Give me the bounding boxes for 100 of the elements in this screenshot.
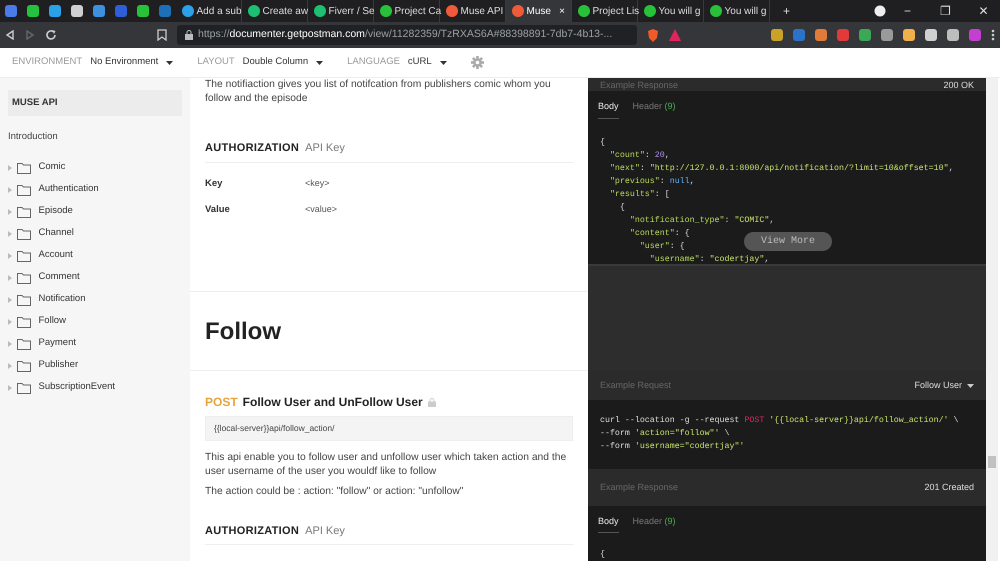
code-line: "next": "http://127.0.0.1:8000/api/notification/?limit=10&offset=10", bbox=[608, 162, 954, 175]
request-title: Follow User and UnFollow User bbox=[242, 394, 423, 411]
forward-icon[interactable] bbox=[25, 30, 35, 40]
code-line: "user": { bbox=[638, 240, 685, 253]
folder-icon bbox=[17, 206, 31, 218]
field-value: <key> bbox=[305, 176, 330, 190]
browser-tab[interactable]: Muse × bbox=[506, 0, 572, 22]
dropdown[interactable]: cURL bbox=[408, 55, 432, 70]
triangle-icon[interactable] bbox=[669, 29, 681, 41]
close-icon[interactable]: × bbox=[559, 4, 565, 18]
code-line: { bbox=[600, 549, 605, 561]
folder-label[interactable]: Account bbox=[38, 248, 73, 263]
toolbar-label: ENVIRONMENT bbox=[12, 55, 82, 70]
code-line: "count": 20, bbox=[608, 150, 670, 162]
folder-label[interactable]: Episode bbox=[38, 204, 73, 219]
extension-icon[interactable] bbox=[881, 29, 893, 41]
folder-label[interactable]: SubscriptionEvent bbox=[38, 380, 116, 395]
reload-icon[interactable] bbox=[45, 29, 57, 41]
extension-icon[interactable] bbox=[771, 29, 783, 41]
scrollbar-thumb[interactable] bbox=[988, 456, 996, 468]
status-text: 201 Created bbox=[924, 480, 974, 494]
code-line: "results": [ bbox=[608, 188, 670, 201]
code-line: "content": { bbox=[628, 228, 690, 240]
extension-icon[interactable] bbox=[903, 29, 915, 41]
toolbar-label: LAYOUT bbox=[197, 55, 235, 70]
close-button[interactable]: ✕ bbox=[967, 2, 1000, 20]
folder-label[interactable]: Comment bbox=[38, 270, 80, 285]
tab-title: Add a sub bbox=[196, 4, 242, 18]
url-text: https://documenter.getpostman.com/view/11282359/TzRXAS6A#88398891-7db7-4b13-... bbox=[198, 27, 612, 42]
settings-icon[interactable] bbox=[470, 56, 484, 69]
code-line: --form 'action="follow"' \ bbox=[600, 428, 730, 440]
tab-title: Muse API bbox=[460, 4, 504, 18]
extension-icon[interactable] bbox=[947, 29, 959, 41]
caret-icon[interactable] bbox=[316, 60, 324, 64]
description-text: The notifiaction gives you list of notifcation from publishers comic whom you follow and the episode bbox=[205, 78, 552, 106]
section-heading: AUTHORIZATION bbox=[205, 141, 300, 156]
sidebar-item[interactable]: Introduction bbox=[8, 130, 182, 144]
address-bar[interactable]: https://documenter.getpostman.com/view/11282359/TzRXAS6A#88398891-7db7-4b13-... bbox=[177, 25, 637, 45]
bookmark-icon[interactable] bbox=[157, 29, 167, 41]
panel-tab[interactable]: Body bbox=[598, 510, 619, 534]
maximize-button[interactable]: ❐ bbox=[929, 2, 962, 20]
scrollbar[interactable] bbox=[986, 78, 998, 561]
description-text: The action could be : action: "follow" or action: "unfollow" bbox=[205, 484, 464, 499]
folder-icon bbox=[17, 228, 31, 240]
code-line: "previous": null, bbox=[608, 176, 695, 188]
request-url: {{local-server}}api/follow_action/ bbox=[205, 416, 573, 441]
folder-label[interactable]: Payment bbox=[38, 336, 76, 351]
section-title: Follow bbox=[205, 317, 282, 347]
extension-icon[interactable] bbox=[815, 29, 827, 41]
dropdown[interactable]: No Environment bbox=[90, 55, 158, 70]
toolbar-label: LANGUAGE bbox=[347, 55, 400, 70]
panel-tab[interactable]: Body bbox=[598, 96, 619, 119]
description-text: This api enable you to follow user and unfollow user which taken action and the user username of the user you wouldf like to follow bbox=[205, 450, 568, 479]
code-line: curl --location -g --request POST '{{local-server}}api/follow_action/' \ bbox=[600, 415, 959, 428]
caret-icon[interactable] bbox=[166, 60, 174, 64]
menu-icon[interactable] bbox=[991, 29, 995, 41]
folder-label[interactable]: Channel bbox=[38, 226, 74, 241]
code-line: { bbox=[618, 202, 625, 214]
method-label: POST bbox=[205, 394, 238, 411]
folder-label[interactable]: Publisher bbox=[38, 358, 78, 373]
dropdown[interactable]: Double Column bbox=[242, 55, 308, 70]
code-line: --form 'username="codertjay"' bbox=[600, 441, 744, 454]
dropdown[interactable]: Follow User bbox=[914, 379, 974, 393]
folder-label[interactable]: Notification bbox=[38, 292, 86, 307]
panel-title: Example Response bbox=[600, 80, 678, 89]
extension-icon[interactable] bbox=[859, 29, 871, 41]
back-icon[interactable] bbox=[5, 30, 15, 40]
lock-icon bbox=[428, 398, 436, 406]
caret-icon[interactable] bbox=[967, 384, 974, 388]
tab-title: Create aw bbox=[262, 4, 308, 18]
code-line: { bbox=[600, 136, 605, 149]
panel-tab[interactable]: Header (9) bbox=[632, 96, 676, 119]
folder-icon bbox=[17, 272, 31, 284]
view-more-button[interactable]: View More bbox=[744, 232, 832, 252]
minimize-button[interactable]: − bbox=[891, 2, 924, 20]
folder-icon bbox=[17, 382, 31, 394]
folder-icon bbox=[17, 316, 31, 328]
section-heading: AUTHORIZATION bbox=[205, 524, 300, 539]
folder-icon bbox=[17, 338, 31, 350]
code-line: "notification_type": "COMIC", bbox=[628, 214, 774, 227]
folder-icon bbox=[17, 162, 31, 174]
tab-title: Project Ca bbox=[394, 4, 442, 18]
sidebar-title[interactable]: MUSE API bbox=[8, 90, 182, 116]
folder-icon bbox=[17, 360, 31, 372]
panel-tab[interactable]: Header (9) bbox=[632, 510, 676, 534]
folder-label[interactable]: Comic bbox=[38, 160, 66, 175]
caret-icon[interactable] bbox=[440, 60, 447, 64]
status-text: 200 OK bbox=[943, 80, 974, 89]
shield-icon[interactable] bbox=[647, 28, 659, 42]
folder-icon bbox=[17, 250, 31, 262]
folder-label[interactable]: Authentication bbox=[38, 182, 99, 197]
tab-title: Muse bbox=[526, 4, 551, 18]
profile-icon[interactable] bbox=[874, 5, 886, 17]
tab-title: You will g bbox=[658, 4, 700, 18]
extension-icon[interactable] bbox=[925, 29, 937, 41]
field-label: Value bbox=[205, 202, 231, 217]
auth-type: API Key bbox=[305, 141, 345, 156]
folder-label[interactable]: Follow bbox=[38, 314, 66, 329]
tab-title: You will g bbox=[724, 4, 766, 18]
new-tab-button[interactable]: + bbox=[770, 2, 803, 20]
